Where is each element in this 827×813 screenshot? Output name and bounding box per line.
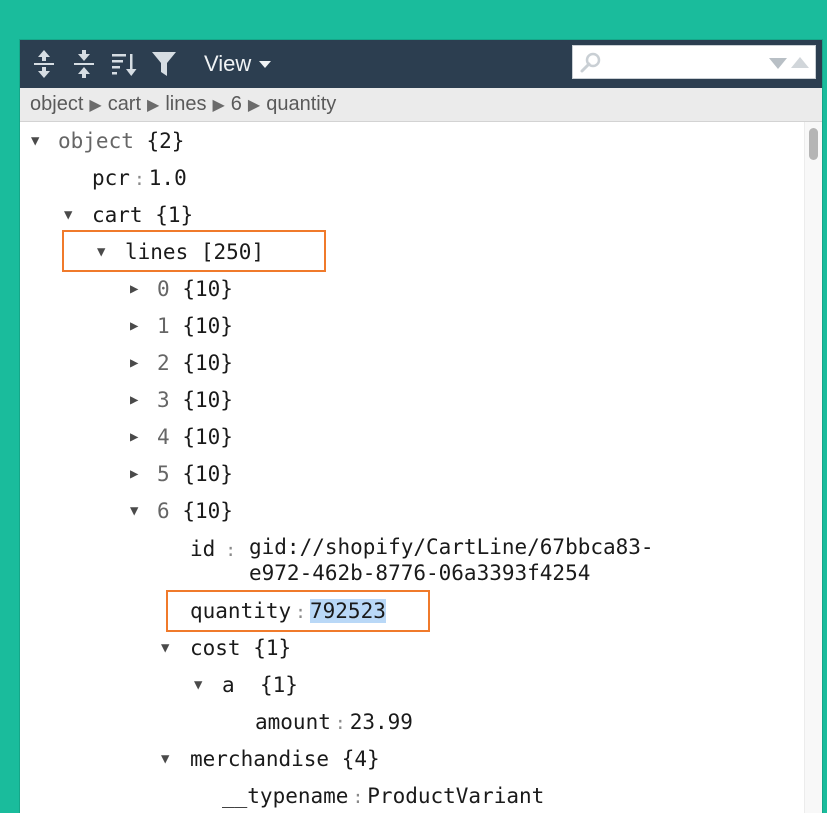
- triangle-right-icon[interactable]: ▶: [130, 459, 138, 489]
- tree-index: 1: [157, 314, 170, 338]
- tree-count: {10}: [182, 462, 233, 486]
- triangle-down-icon[interactable]: ▼: [130, 496, 138, 526]
- breadcrumb-separator-icon: ▶: [147, 96, 160, 114]
- triangle-right-icon[interactable]: ▶: [130, 385, 138, 415]
- filter-icon[interactable]: [148, 48, 180, 80]
- search-box: [572, 45, 816, 79]
- json-tree: ▼ object {2} pcr:1.0 ▼ cart {1} ▼ lines …: [20, 122, 804, 813]
- tree-index: 4: [157, 425, 170, 449]
- highlight-box-lines: [62, 230, 326, 272]
- tree-value[interactable]: ProductVariant: [367, 784, 544, 808]
- tree-count: {4}: [341, 747, 380, 771]
- triangle-down-icon[interactable]: ▼: [31, 126, 39, 156]
- tree-count: {10}: [182, 388, 233, 412]
- triangle-down-icon[interactable]: ▼: [64, 200, 72, 230]
- triangle-right-icon[interactable]: ▶: [130, 422, 138, 452]
- tree-key: amount: [255, 710, 331, 734]
- view-menu-button[interactable]: View: [204, 48, 272, 80]
- breadcrumb-separator-icon: ▶: [212, 96, 225, 114]
- breadcrumb-item-6[interactable]: 6: [231, 93, 242, 116]
- search-next-icon[interactable]: [769, 58, 787, 69]
- search-icon: [579, 51, 603, 80]
- tree-value-id-line1[interactable]: gid://shopify/CartLine/67bbca83-: [249, 534, 654, 560]
- triangle-right-icon[interactable]: ▶: [130, 311, 138, 341]
- tree-count: {1}: [253, 636, 292, 660]
- tree-key: cost: [190, 636, 241, 660]
- tree-index: 6: [157, 499, 170, 523]
- highlight-box-quantity: [166, 590, 430, 632]
- search-input[interactable]: [611, 50, 761, 74]
- tree-row-id[interactable]: id:: [190, 534, 240, 564]
- tree-key: __typename: [222, 784, 349, 808]
- triangle-right-icon[interactable]: ▶: [130, 274, 138, 304]
- tree-count: {1}: [259, 673, 298, 697]
- colon-separator: :: [133, 169, 145, 190]
- view-menu-label: View: [204, 51, 252, 76]
- tree-index: 5: [157, 462, 170, 486]
- expand-all-icon[interactable]: [28, 48, 60, 80]
- tree-count: {10}: [182, 351, 233, 375]
- search-navigation: [769, 57, 809, 69]
- tree-value[interactable]: 1.0: [149, 166, 187, 190]
- tree-row-pcr[interactable]: pcr:1.0: [92, 163, 187, 193]
- tree-count: {10}: [182, 277, 233, 301]
- tree-key: object: [58, 129, 134, 153]
- triangle-right-icon[interactable]: ▶: [130, 348, 138, 378]
- sort-icon[interactable]: [108, 48, 140, 80]
- breadcrumb: object ▶ cart ▶ lines ▶ 6 ▶ quantity: [20, 88, 822, 122]
- triangle-down-icon[interactable]: ▼: [194, 670, 202, 700]
- tree-key: pcr: [92, 166, 130, 190]
- tree-key: merchandise: [190, 747, 330, 771]
- tree-count: {1}: [155, 203, 194, 227]
- tree-key: a: [222, 673, 235, 697]
- toolbar: View: [20, 40, 822, 88]
- tree-count: {10}: [182, 314, 233, 338]
- tree-index: 0: [157, 277, 170, 301]
- tree-index: 3: [157, 388, 170, 412]
- breadcrumb-separator-icon: ▶: [247, 96, 261, 114]
- tree-row-amount[interactable]: amount:23.99: [255, 707, 413, 737]
- tree-key: id: [190, 537, 216, 561]
- colon-separator: :: [225, 540, 237, 561]
- tree-value-id-line2[interactable]: e972-462b-8776-06a3393f4254: [249, 560, 590, 586]
- scrollbar-thumb[interactable]: [809, 128, 818, 160]
- collapse-all-icon[interactable]: [68, 48, 100, 80]
- chevron-down-icon: [259, 60, 272, 68]
- tree-value[interactable]: 23.99: [350, 710, 413, 734]
- breadcrumb-item-lines[interactable]: lines: [165, 93, 206, 116]
- colon-separator: :: [352, 787, 364, 808]
- breadcrumb-item-object[interactable]: object: [30, 93, 83, 116]
- vertical-scrollbar[interactable]: [804, 122, 822, 813]
- tree-count: {10}: [182, 499, 233, 523]
- breadcrumb-item-quantity[interactable]: quantity: [266, 93, 336, 116]
- triangle-down-icon[interactable]: ▼: [161, 744, 169, 774]
- search-previous-icon[interactable]: [791, 57, 809, 68]
- tree-index: 2: [157, 351, 170, 375]
- breadcrumb-item-cart[interactable]: cart: [108, 93, 141, 116]
- breadcrumb-separator-icon: ▶: [89, 96, 102, 114]
- triangle-down-icon[interactable]: ▼: [161, 633, 169, 663]
- tree-key: cart: [92, 203, 143, 227]
- tree-count: {2}: [146, 129, 185, 153]
- json-viewer-panel: View object ▶ cart ▶ lines ▶ 6 ▶ quantit…: [20, 40, 822, 813]
- tree-row-typename[interactable]: __typename: ProductVariant: [222, 781, 544, 811]
- colon-separator: :: [334, 713, 346, 734]
- tree-count: {10}: [182, 425, 233, 449]
